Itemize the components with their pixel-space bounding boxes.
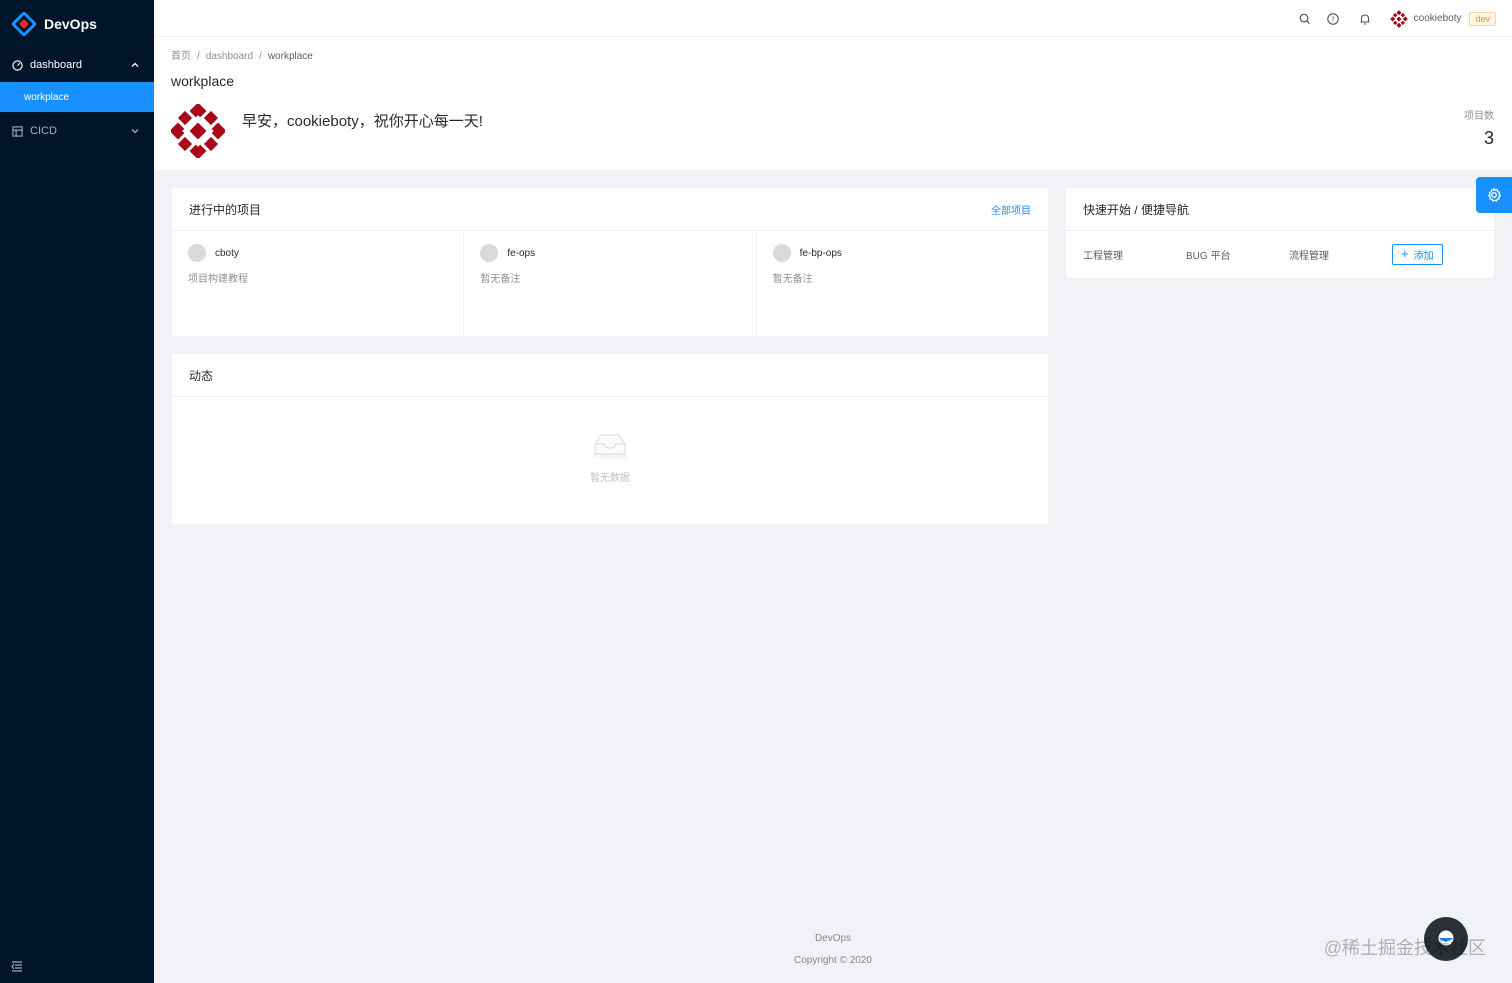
card-title: 进行中的项目 [189, 202, 262, 217]
project-item[interactable]: fe-ops 暂无备注 [464, 231, 757, 337]
footer: DevOps Copyright © 2020 [154, 928, 1512, 972]
card-header: 动态 [172, 354, 1048, 397]
env-tag: dev [1469, 11, 1496, 26]
add-label: 添加 [1413, 250, 1434, 262]
stat-value: 3 [1483, 128, 1494, 148]
empty-text: 暂无数据 [590, 473, 630, 484]
sidebar-group-cicd[interactable]: CICD [0, 114, 154, 148]
sidebar: DevOps dashboard workplace CICD [0, 0, 154, 983]
stat-label: 项目数 [1464, 111, 1494, 122]
card-title: 快速开始 / 便捷导航 [1083, 202, 1190, 217]
projects-card: 进行中的项目 全部项目 cboty 项目构建教程 fe-ops 暂无备注 fe-… [172, 188, 1048, 337]
sidebar-group-label: CICD [30, 125, 57, 137]
avatar[interactable] [1389, 9, 1408, 28]
menu-fold-icon[interactable] [11, 960, 23, 972]
project-avatar [772, 244, 791, 262]
chevron-down-icon [131, 129, 139, 134]
search-icon[interactable] [1298, 12, 1312, 26]
project-grid: cboty 项目构建教程 fe-ops 暂无备注 fe-bp-ops 暂无备注 [172, 231, 1048, 337]
card-header: 进行中的项目 全部项目 [172, 188, 1048, 231]
empty-state: 暂无数据 [590, 430, 630, 484]
svg-text:?: ? [1331, 15, 1335, 23]
gear-icon [1488, 187, 1501, 202]
sidebar-item-workplace[interactable]: workplace [0, 82, 154, 112]
activity-card: 动态 暂无数据 [172, 354, 1048, 524]
quick-nav-card: 快速开始 / 便捷导航 工程管理 BUG 平台 流程管理 + 添加 [1066, 188, 1494, 278]
sidebar-group-dashboard[interactable]: dashboard [0, 48, 154, 82]
breadcrumb-current: workplace [267, 51, 313, 62]
dashboard-icon [12, 59, 23, 71]
empty-inbox-icon [592, 434, 628, 459]
settings-drawer-button[interactable] [1476, 177, 1512, 213]
devops-logo-icon [12, 12, 36, 36]
greeting-text: 早安，cookieboty，祝你开心每一天! [242, 113, 483, 130]
project-count-stat: 项目数 3 [1464, 107, 1494, 149]
header-actions: ? cookieboty dev [1284, 0, 1496, 37]
project-name[interactable]: fe-ops [507, 248, 535, 259]
quick-link[interactable]: 工程管理 [1083, 247, 1186, 262]
project-name[interactable]: cboty [215, 248, 239, 259]
card-header: 快速开始 / 便捷导航 [1066, 188, 1494, 231]
card-title: 动态 [189, 368, 214, 383]
project-item[interactable]: fe-bp-ops 暂无备注 [757, 231, 1048, 337]
project-desc: 暂无备注 [772, 274, 813, 285]
project-avatar [188, 244, 206, 262]
project-avatar [480, 244, 499, 262]
breadcrumb: 首页 / dashboard / workplace [171, 51, 313, 62]
sidebar-item-label: workplace [24, 91, 70, 103]
chevron-up-icon [131, 62, 139, 67]
footer-copyright: Copyright © 2020 [794, 955, 872, 966]
project-name[interactable]: fe-bp-ops [800, 248, 842, 259]
breadcrumb-dashboard[interactable]: dashboard [206, 51, 253, 62]
all-projects-link[interactable]: 全部项目 [991, 202, 1031, 217]
logo[interactable]: DevOps [0, 0, 154, 48]
add-link-button[interactable]: + 添加 [1392, 243, 1443, 265]
footer-brand: DevOps [814, 933, 852, 944]
page-title: workplace [171, 73, 235, 89]
page-header: 首页 / dashboard / workplace workplace 早安，cook… [154, 37, 1512, 170]
sidebar-group-label: dashboard [30, 59, 82, 71]
watermark: @稀土掘金技术社区 [1323, 938, 1486, 958]
project-item[interactable]: cboty 项目构建教程 [172, 231, 465, 337]
quick-link[interactable]: BUG 平台 [1186, 247, 1289, 262]
avatar [171, 104, 225, 158]
bell-icon[interactable] [1358, 12, 1372, 26]
user-name[interactable]: cookieboty [1414, 13, 1462, 24]
build-icon [12, 125, 23, 137]
app-title: DevOps [44, 16, 97, 32]
project-desc: 项目构建教程 [188, 274, 248, 285]
plus-icon: + [1401, 246, 1409, 261]
quick-links: 工程管理 BUG 平台 流程管理 + 添加 [1066, 231, 1494, 277]
project-desc: 暂无备注 [480, 274, 521, 285]
quick-link[interactable]: 流程管理 [1289, 247, 1392, 262]
question-icon[interactable]: ? [1326, 12, 1340, 26]
breadcrumb-home[interactable]: 首页 [171, 51, 191, 62]
top-header: ? cookieboty dev [154, 0, 1512, 37]
